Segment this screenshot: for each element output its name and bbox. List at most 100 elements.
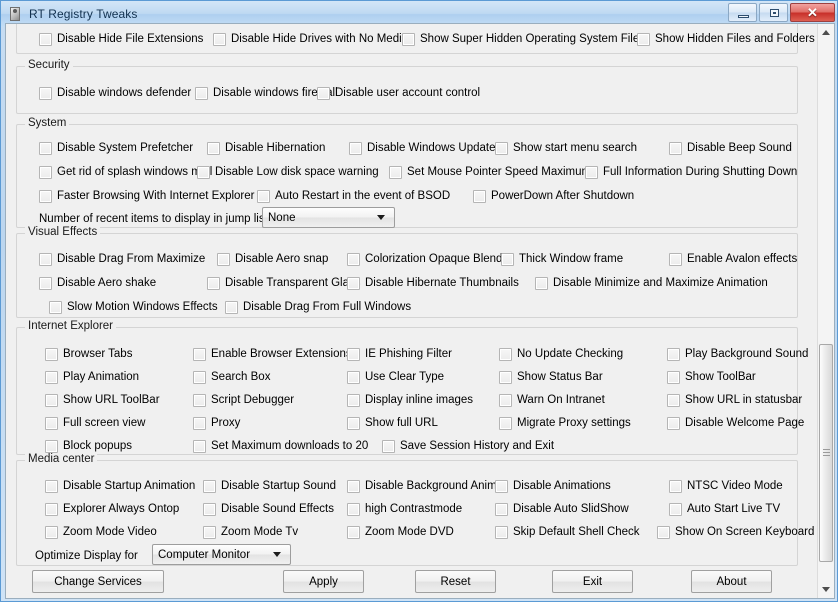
checkbox-auto-restart-in-the-event-of-bsod[interactable]: Auto Restart in the event of BSOD xyxy=(257,188,450,204)
checkbox-no-update-checking[interactable]: No Update Checking xyxy=(499,346,623,362)
checkbox-box[interactable] xyxy=(39,32,52,46)
checkbox-box[interactable] xyxy=(39,276,52,290)
checkbox-migrate-proxy-settings[interactable]: Migrate Proxy settings xyxy=(499,415,631,431)
checkbox-disable-aero-shake[interactable]: Disable Aero shake xyxy=(39,275,156,291)
checkbox-box[interactable] xyxy=(193,439,206,453)
checkbox-disable-hide-file-extensions[interactable]: Disable Hide File Extensions xyxy=(39,31,203,47)
checkbox-box[interactable] xyxy=(669,252,682,266)
checkbox-box[interactable] xyxy=(402,32,415,46)
checkbox-disable-drag-from-maximize[interactable]: Disable Drag From Maximize xyxy=(39,251,205,267)
checkbox-powerdown-after-shutdown[interactable]: PowerDown After Shutdown xyxy=(473,188,634,204)
checkbox-box[interactable] xyxy=(207,141,220,155)
checkbox-disable-user-account-control[interactable]: Disable user account control xyxy=(317,85,480,101)
checkbox-browser-tabs[interactable]: Browser Tabs xyxy=(45,346,132,362)
checkbox-set-maximum-downloads-to-20[interactable]: Set Maximum downloads to 20 xyxy=(193,438,368,454)
checkbox-disable-animations[interactable]: Disable Animations xyxy=(495,478,611,494)
checkbox-show-url-toolbar[interactable]: Show URL ToolBar xyxy=(45,392,160,408)
checkbox-disable-auto-slidshow[interactable]: Disable Auto SlidShow xyxy=(495,501,629,517)
checkbox-box[interactable] xyxy=(495,479,508,493)
checkbox-box[interactable] xyxy=(499,370,512,384)
checkbox-explorer-always-ontop[interactable]: Explorer Always Ontop xyxy=(45,501,179,517)
checkbox-full-information-during-shutting-down[interactable]: Full Information During Shutting Down xyxy=(585,164,797,180)
checkbox-box[interactable] xyxy=(495,141,508,155)
checkbox-disable-startup-sound[interactable]: Disable Startup Sound xyxy=(203,478,336,494)
checkbox-box[interactable] xyxy=(39,141,52,155)
checkbox-zoom-mode-video[interactable]: Zoom Mode Video xyxy=(45,524,157,540)
checkbox-block-popups[interactable]: Block popups xyxy=(45,438,132,454)
checkbox-zoom-mode-dvd[interactable]: Zoom Mode DVD xyxy=(347,524,454,540)
checkbox-box[interactable] xyxy=(667,347,680,361)
checkbox-box[interactable] xyxy=(207,276,220,290)
minimize-button[interactable] xyxy=(728,3,757,22)
checkbox-disable-system-prefetcher[interactable]: Disable System Prefetcher xyxy=(39,140,193,156)
checkbox-box[interactable] xyxy=(45,416,58,430)
checkbox-enable-avalon-effects[interactable]: Enable Avalon effects xyxy=(669,251,797,267)
checkbox-box[interactable] xyxy=(193,393,206,407)
checkbox-box[interactable] xyxy=(473,189,486,203)
checkbox-show-url-in-statusbar[interactable]: Show URL in statusbar xyxy=(667,392,802,408)
scrollbar-thumb[interactable] xyxy=(819,344,833,562)
checkbox-save-session-history-and-exit[interactable]: Save Session History and Exit xyxy=(382,438,554,454)
checkbox-box[interactable] xyxy=(257,189,270,203)
checkbox-box[interactable] xyxy=(667,370,680,384)
checkbox-warn-on-intranet[interactable]: Warn On Intranet xyxy=(499,392,605,408)
checkbox-box[interactable] xyxy=(347,479,360,493)
checkbox-disable-hibernation[interactable]: Disable Hibernation xyxy=(207,140,325,156)
checkbox-box[interactable] xyxy=(45,439,58,453)
checkbox-ie-phishing-filter[interactable]: IE Phishing Filter xyxy=(347,346,452,362)
checkbox-box[interactable] xyxy=(585,165,598,179)
checkbox-box[interactable] xyxy=(347,370,360,384)
checkbox-box[interactable] xyxy=(49,300,62,314)
apply-button[interactable]: Apply xyxy=(283,570,364,593)
vertical-scrollbar[interactable] xyxy=(817,24,834,598)
checkbox-box[interactable] xyxy=(213,32,226,46)
checkbox-thick-window-frame[interactable]: Thick Window frame xyxy=(501,251,623,267)
checkbox-play-animation[interactable]: Play Animation xyxy=(45,369,139,385)
checkbox-disable-windows-defender[interactable]: Disable windows defender xyxy=(39,85,191,101)
checkbox-search-box[interactable]: Search Box xyxy=(193,369,270,385)
checkbox-box[interactable] xyxy=(349,141,362,155)
checkbox-show-start-menu-search[interactable]: Show start menu search xyxy=(495,140,637,156)
checkbox-box[interactable] xyxy=(495,525,508,539)
checkbox-play-background-sound[interactable]: Play Background Sound xyxy=(667,346,808,362)
scroll-up-button[interactable] xyxy=(818,24,834,41)
checkbox-disable-sound-effects[interactable]: Disable Sound Effects xyxy=(203,501,334,517)
checkbox-ntsc-video-mode[interactable]: NTSC Video Mode xyxy=(669,478,783,494)
checkbox-box[interactable] xyxy=(347,252,360,266)
checkbox-box[interactable] xyxy=(347,393,360,407)
checkbox-show-toolbar[interactable]: Show ToolBar xyxy=(667,369,756,385)
checkbox-box[interactable] xyxy=(193,347,206,361)
checkbox-faster-browsing-with-internet-explorer[interactable]: Faster Browsing With Internet Explorer xyxy=(39,188,255,204)
checkbox-disable-background-animation[interactable]: Disable Background Anima xyxy=(347,478,503,494)
checkbox-enable-browser-extensions[interactable]: Enable Browser Extensions xyxy=(193,346,352,362)
scroll-down-button[interactable] xyxy=(818,581,834,598)
checkbox-box[interactable] xyxy=(499,347,512,361)
checkbox-box[interactable] xyxy=(39,86,52,100)
checkbox-box[interactable] xyxy=(667,393,680,407)
checkbox-disable-welcome-page[interactable]: Disable Welcome Page xyxy=(667,415,804,431)
checkbox-box[interactable] xyxy=(382,439,395,453)
checkbox-box[interactable] xyxy=(347,502,360,516)
checkbox-box[interactable] xyxy=(535,276,548,290)
checkbox-disable-beep-sound[interactable]: Disable Beep Sound xyxy=(669,140,792,156)
checkbox-box[interactable] xyxy=(39,165,52,179)
checkbox-box[interactable] xyxy=(347,525,360,539)
checkbox-disable-hibernate-thumbnails[interactable]: Disable Hibernate Thumbnails xyxy=(347,275,519,291)
checkbox-box[interactable] xyxy=(203,479,216,493)
checkbox-box[interactable] xyxy=(197,165,210,179)
checkbox-slow-motion-windows-effects[interactable]: Slow Motion Windows Effects xyxy=(49,299,218,315)
checkbox-high-contrastmode[interactable]: high Contrastmode xyxy=(347,501,462,517)
checkbox-script-debugger[interactable]: Script Debugger xyxy=(193,392,294,408)
checkbox-box[interactable] xyxy=(193,416,206,430)
checkbox-box[interactable] xyxy=(501,252,514,266)
change-services-button[interactable]: Change Services xyxy=(32,570,164,593)
checkbox-disable-aero-snap[interactable]: Disable Aero snap xyxy=(217,251,328,267)
checkbox-box[interactable] xyxy=(39,189,52,203)
checkbox-box[interactable] xyxy=(499,393,512,407)
checkbox-get-rid-of-splash-windows-mail[interactable]: Get rid of splash windows mail xyxy=(39,164,212,180)
maximize-button[interactable] xyxy=(759,3,788,22)
checkbox-box[interactable] xyxy=(669,141,682,155)
checkbox-disable-hide-drives-with-no-media[interactable]: Disable Hide Drives with No Media xyxy=(213,31,408,47)
checkbox-box[interactable] xyxy=(45,393,58,407)
checkbox-use-clear-type[interactable]: Use Clear Type xyxy=(347,369,444,385)
